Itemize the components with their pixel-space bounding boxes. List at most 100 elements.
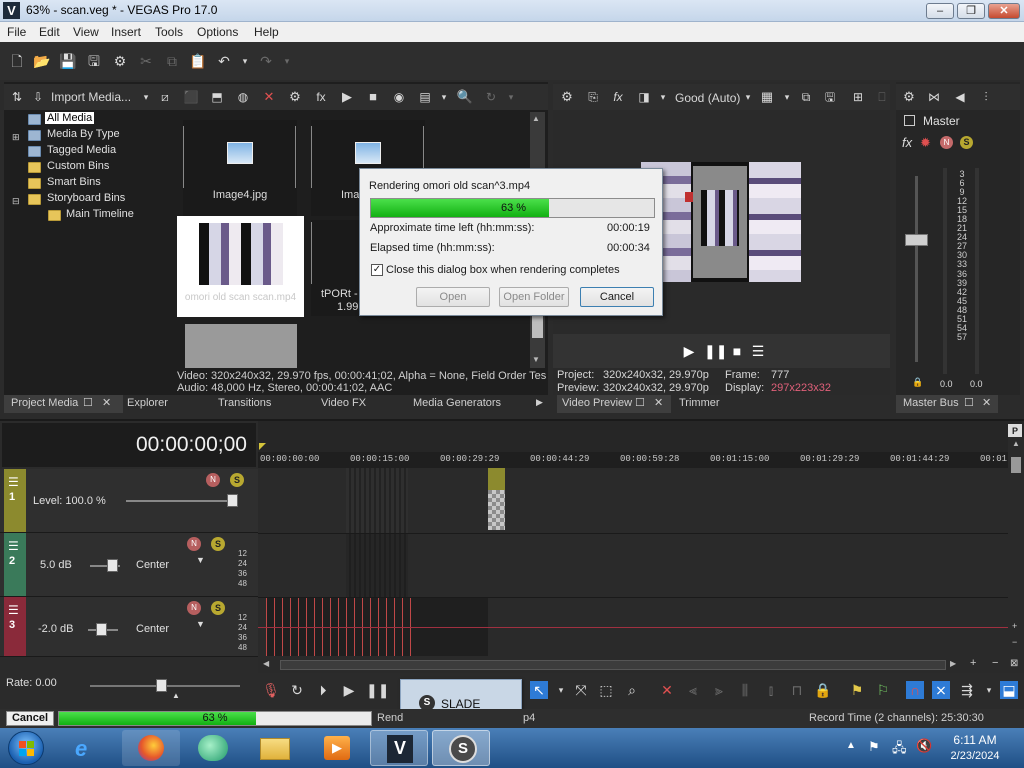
taskbar-vegas[interactable]: V [370, 730, 428, 766]
import-media-icon[interactable]: ⇩ [29, 88, 47, 106]
master-downmix-icon[interactable]: ⋈ [925, 88, 943, 106]
ripple-dropdown-icon[interactable]: ▾ [980, 681, 998, 699]
open-folder-icon[interactable]: 📂 [33, 52, 51, 70]
video-event[interactable] [346, 468, 408, 533]
timeline-hscrollbar[interactable]: ◀ ▶ + − ⊠ [258, 657, 1024, 673]
delete-icon[interactable]: ✕ [658, 681, 676, 699]
tree-item-smart-bins[interactable]: Smart Bins [47, 176, 101, 188]
status-cancel-button[interactable]: Cancel [6, 711, 54, 726]
preview-quality[interactable]: Good (Auto) [675, 91, 740, 105]
track-header-1[interactable]: ☰ 1 N S Level: 100.0 % [0, 469, 258, 533]
selection-tool-icon[interactable]: ⬚ [597, 681, 615, 699]
track-volume-thumb[interactable] [96, 623, 107, 636]
volume-muted-icon[interactable]: 🔇 [916, 738, 932, 754]
tab-video-fx[interactable]: Video FX [321, 397, 366, 409]
pan-pointer-icon[interactable]: ▼ [196, 555, 205, 565]
marker-flag-icon[interactable]: P [1008, 424, 1022, 438]
copy-snapshot-icon[interactable]: ⧉ [797, 88, 815, 106]
tab-explorer[interactable]: Explorer [127, 397, 168, 409]
master-mixer-icon[interactable]: ⫶ [977, 88, 995, 106]
preview-play-icon[interactable]: ▶ [680, 342, 698, 360]
tabs-scroll-right-icon[interactable]: ▶ [536, 397, 543, 408]
track-grip-icon[interactable]: ☰ [8, 475, 19, 489]
play-icon[interactable]: ▶ [340, 681, 358, 699]
timeline-vscrollbar[interactable]: ▲ + − [1008, 437, 1024, 657]
device-icon[interactable]: ⎘ [584, 88, 602, 106]
pan-pointer-icon[interactable]: ▼ [196, 619, 205, 629]
ignore-grouping-icon[interactable]: ⫾ [762, 681, 780, 699]
properties-gear-icon[interactable]: ⚙ [111, 52, 129, 70]
tab-undock-icon[interactable]: ☐ [635, 396, 645, 409]
refresh-icon[interactable]: ↻ [482, 88, 500, 106]
pause-icon[interactable]: ❚❚ [366, 681, 389, 699]
track-header-2[interactable]: ☰ 2 N S 5.0 dB Center ▼ 12 24 36 48 [0, 533, 258, 597]
track-volume-thumb[interactable] [107, 559, 118, 572]
track-solo-icon[interactable]: S [230, 473, 244, 487]
tree-item-custom-bins[interactable]: Custom Bins [47, 160, 109, 172]
copy-icon[interactable]: ⧉ [163, 52, 181, 70]
snapping-icon[interactable]: ∩ [906, 681, 924, 699]
tab-undock-icon[interactable]: ☐ [83, 396, 93, 409]
menu-tools[interactable]: Tools [155, 25, 183, 39]
edit-tool-dropdown-icon[interactable]: ▾ [552, 681, 570, 699]
master-checkbox[interactable] [904, 115, 915, 126]
web-media-icon[interactable]: ◍ [234, 88, 252, 106]
timeline-tracks[interactable] [258, 468, 1008, 657]
redo-icon[interactable]: ↷ [257, 52, 275, 70]
auto-crossfade-icon[interactable]: ⨯ [932, 681, 950, 699]
auto-preview-icon[interactable]: ◉ [390, 88, 408, 106]
vegas-app-icon[interactable]: V [3, 2, 20, 19]
save-as-icon[interactable]: 🖫 [85, 52, 103, 70]
track-grip-icon[interactable]: ☰ [8, 603, 19, 617]
track-level-thumb[interactable] [227, 494, 238, 507]
preview-grid-icon[interactable]: ⊞ [849, 88, 867, 106]
track-mute-icon[interactable]: N [206, 473, 220, 487]
render-cancel-button[interactable]: Cancel [580, 287, 654, 307]
play-from-start-icon[interactable]: ⏵ [314, 681, 332, 699]
preview-stop-icon[interactable]: ■ [728, 342, 746, 360]
image-event[interactable] [488, 490, 505, 530]
loop-icon[interactable]: ↻ [288, 681, 306, 699]
ripple-edit-icon[interactable]: ⇶ [958, 681, 976, 699]
media-thumbnail[interactable] [185, 324, 297, 368]
preview-more-icon[interactable]: ⎕ [873, 88, 891, 106]
volume-envelope[interactable] [258, 627, 1008, 628]
region-icon[interactable]: ⚐ [874, 681, 892, 699]
save-snapshot-icon[interactable]: 🖫 [821, 88, 839, 106]
audio-event-2[interactable] [346, 534, 408, 597]
new-file-icon[interactable]: 🗋 [8, 52, 26, 70]
track-grip-icon[interactable]: ☰ [8, 539, 19, 553]
taskbar-ie[interactable]: e [60, 730, 118, 766]
trim-end-icon[interactable]: ⫸ [710, 681, 728, 699]
scroll-thumb[interactable] [532, 316, 543, 338]
action-center-flag-icon[interactable]: ⚑ [868, 739, 880, 755]
media-item[interactable]: Image4.jpg [183, 120, 297, 216]
lock-events-icon[interactable]: ⊓ [788, 681, 806, 699]
master-fx-icon[interactable]: fx [902, 135, 912, 150]
preview-pause-icon[interactable]: ❚❚ [704, 342, 727, 360]
master-mute-icon[interactable]: N [940, 136, 953, 149]
remove-icon[interactable]: ✕ [260, 88, 278, 106]
expand-icon[interactable]: ⊞ [12, 132, 20, 143]
maximize-button[interactable]: ❐ [957, 3, 985, 19]
redo-dropdown-icon[interactable]: ▾ [278, 52, 296, 70]
tab-media-generators[interactable]: Media Generators [413, 397, 501, 409]
taskbar-app[interactable] [184, 730, 242, 766]
tab-video-preview[interactable]: Video Preview [562, 397, 632, 409]
video-event-header[interactable] [488, 468, 505, 490]
tree-item-main-timeline[interactable]: Main Timeline [66, 208, 134, 220]
refresh-dropdown-icon[interactable]: ▾ [502, 88, 520, 106]
fx-icon[interactable]: fx [609, 88, 627, 106]
track-level-slider[interactable] [126, 500, 238, 502]
capture-icon[interactable]: ⧄ [156, 88, 174, 106]
scroll-down-icon[interactable]: ▼ [532, 355, 540, 364]
track-mute-icon[interactable]: N [187, 601, 201, 615]
track-solo-icon[interactable]: S [211, 601, 225, 615]
media-fx-icon[interactable]: fx [312, 88, 330, 106]
tab-master-bus[interactable]: Master Bus [903, 397, 959, 409]
normal-edit-tool-icon[interactable]: ↖ [530, 681, 548, 699]
lock-icon[interactable]: 🔒 [912, 377, 923, 388]
tab-trimmer[interactable]: Trimmer [679, 397, 720, 409]
master-speaker-icon[interactable]: ◀ [951, 88, 969, 106]
scroll-up-icon[interactable]: ▲ [532, 114, 540, 123]
